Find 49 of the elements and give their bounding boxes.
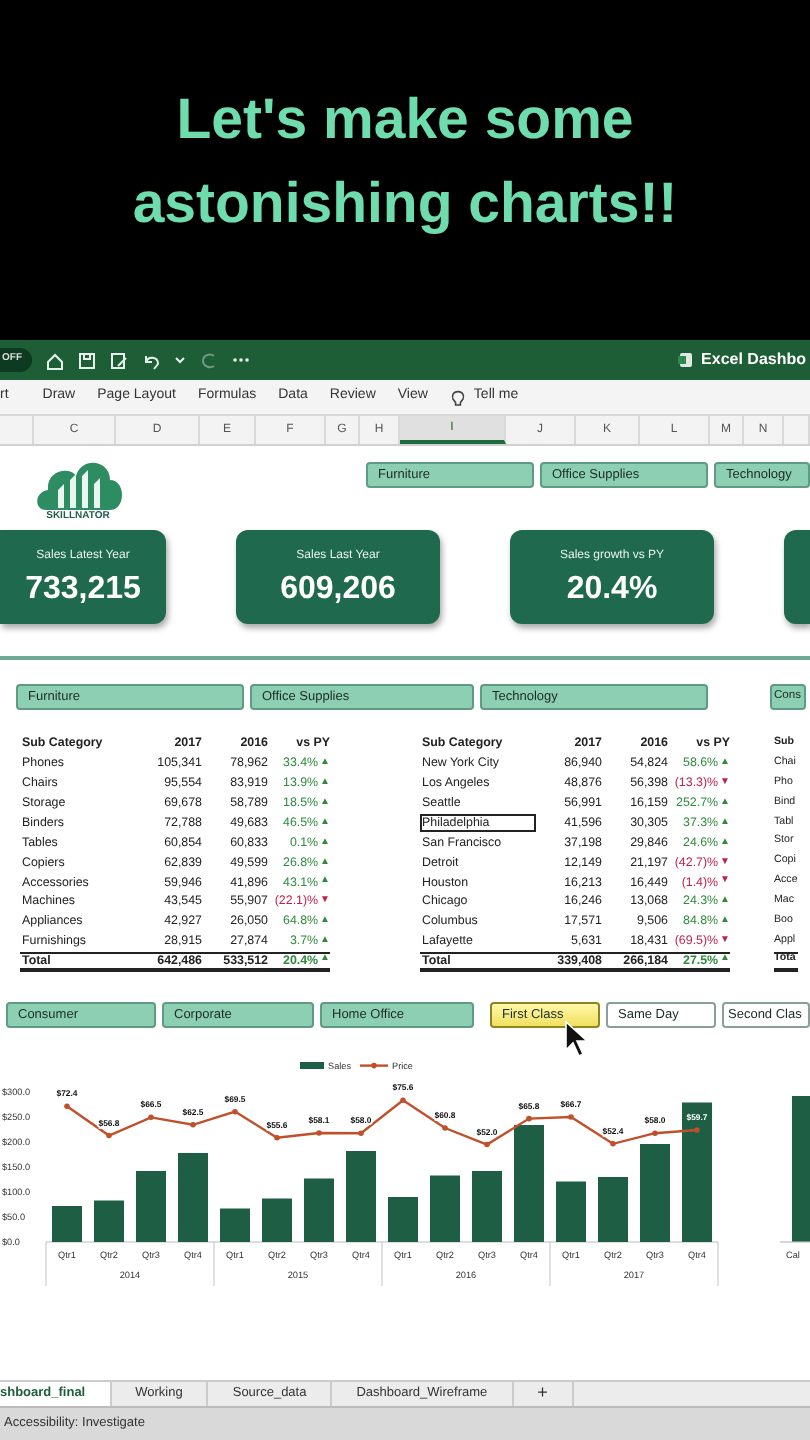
sales-bar xyxy=(388,1197,418,1242)
kpi-card xyxy=(784,530,810,624)
sales-bar xyxy=(640,1144,670,1242)
sales-bar xyxy=(94,1200,124,1242)
price-marker xyxy=(316,1130,322,1136)
sales-bar xyxy=(136,1171,166,1242)
price-marker xyxy=(274,1134,280,1141)
save-icon[interactable] xyxy=(78,351,96,369)
price-marker xyxy=(568,1114,574,1120)
price-marker xyxy=(400,1097,406,1104)
price-marker xyxy=(652,1130,658,1137)
sales-bar xyxy=(346,1151,376,1242)
price-marker xyxy=(190,1122,196,1128)
price-marker xyxy=(148,1114,154,1121)
sales-bar xyxy=(472,1171,502,1242)
price-marker xyxy=(358,1130,364,1137)
price-marker xyxy=(64,1103,70,1110)
caret-icon[interactable] xyxy=(174,354,186,366)
price-marker xyxy=(106,1132,112,1139)
sales-bar xyxy=(514,1125,544,1242)
sales-bar xyxy=(598,1177,628,1242)
sales-bar xyxy=(682,1102,712,1242)
redo-icon[interactable] xyxy=(200,351,218,369)
caption-text: Let's make some xyxy=(176,86,634,156)
price-marker xyxy=(232,1108,238,1115)
price-marker xyxy=(526,1115,532,1122)
kpi-value: 20.4% xyxy=(566,574,658,606)
sales-bar xyxy=(52,1206,82,1242)
sales-bar xyxy=(556,1181,586,1242)
document-icon xyxy=(677,352,694,368)
price-marker xyxy=(694,1127,700,1133)
window-title: Excel Dashbo xyxy=(701,348,806,372)
sales-bar xyxy=(178,1153,208,1242)
sales-bar xyxy=(430,1175,460,1242)
sales-bar xyxy=(304,1178,334,1242)
sales-bar xyxy=(262,1198,292,1242)
more-icon[interactable] xyxy=(232,356,250,364)
price-marker xyxy=(610,1140,616,1147)
undo-icon[interactable] xyxy=(142,351,160,369)
caption-text: astonishing charts!! xyxy=(132,170,678,240)
lightbulb-icon[interactable] xyxy=(449,389,466,405)
chart-legend xyxy=(300,1061,413,1071)
sales-bar xyxy=(220,1208,250,1242)
kpi-value: 609,206 xyxy=(280,574,396,606)
home-icon[interactable] xyxy=(46,351,64,369)
price-marker xyxy=(484,1141,490,1148)
price-marker xyxy=(442,1125,448,1131)
edit-icon[interactable] xyxy=(110,351,128,369)
kpi-value: 733,215 xyxy=(25,574,141,606)
